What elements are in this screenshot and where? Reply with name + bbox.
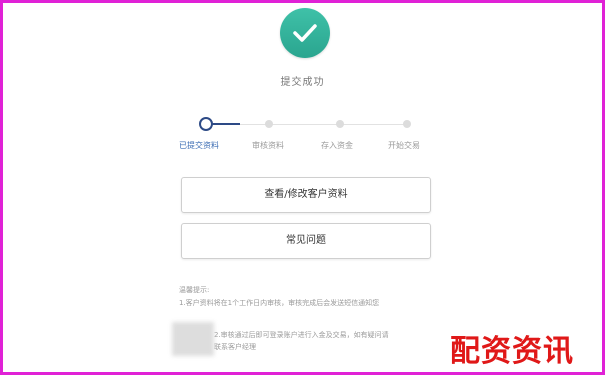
notes-line-2: 2.审核通过后即可登录账户进行入金及交易，如有疑问请 <box>214 331 389 339</box>
checkmark-icon <box>293 24 317 42</box>
step-label-review: 审核资料 <box>252 141 284 150</box>
view-edit-profile-button[interactable]: 查看/修改客户资料 <box>181 177 431 213</box>
step-dot-4 <box>403 120 411 128</box>
status-title: 提交成功 <box>280 77 325 88</box>
progress-track-done <box>210 123 240 125</box>
faq-button[interactable]: 常见问题 <box>181 223 431 259</box>
notes-title: 温馨提示: <box>179 286 210 294</box>
step-dot-2 <box>265 120 273 128</box>
watermark-text: 配资资讯 <box>450 334 574 369</box>
notes-line-3: 联系客户经理 <box>214 343 256 351</box>
blurred-region <box>172 322 214 356</box>
step-label-deposit: 存入资金 <box>321 141 353 150</box>
step-dot-1 <box>199 117 213 131</box>
success-badge <box>280 8 330 58</box>
notes-line-1: 1.客户资料将在1个工作日内审核，审核完成后会发送短信通知您 <box>179 299 380 307</box>
step-label-submitted: 已提交资料 <box>179 141 219 150</box>
step-label-trade: 开始交易 <box>388 141 420 150</box>
step-dot-3 <box>336 120 344 128</box>
